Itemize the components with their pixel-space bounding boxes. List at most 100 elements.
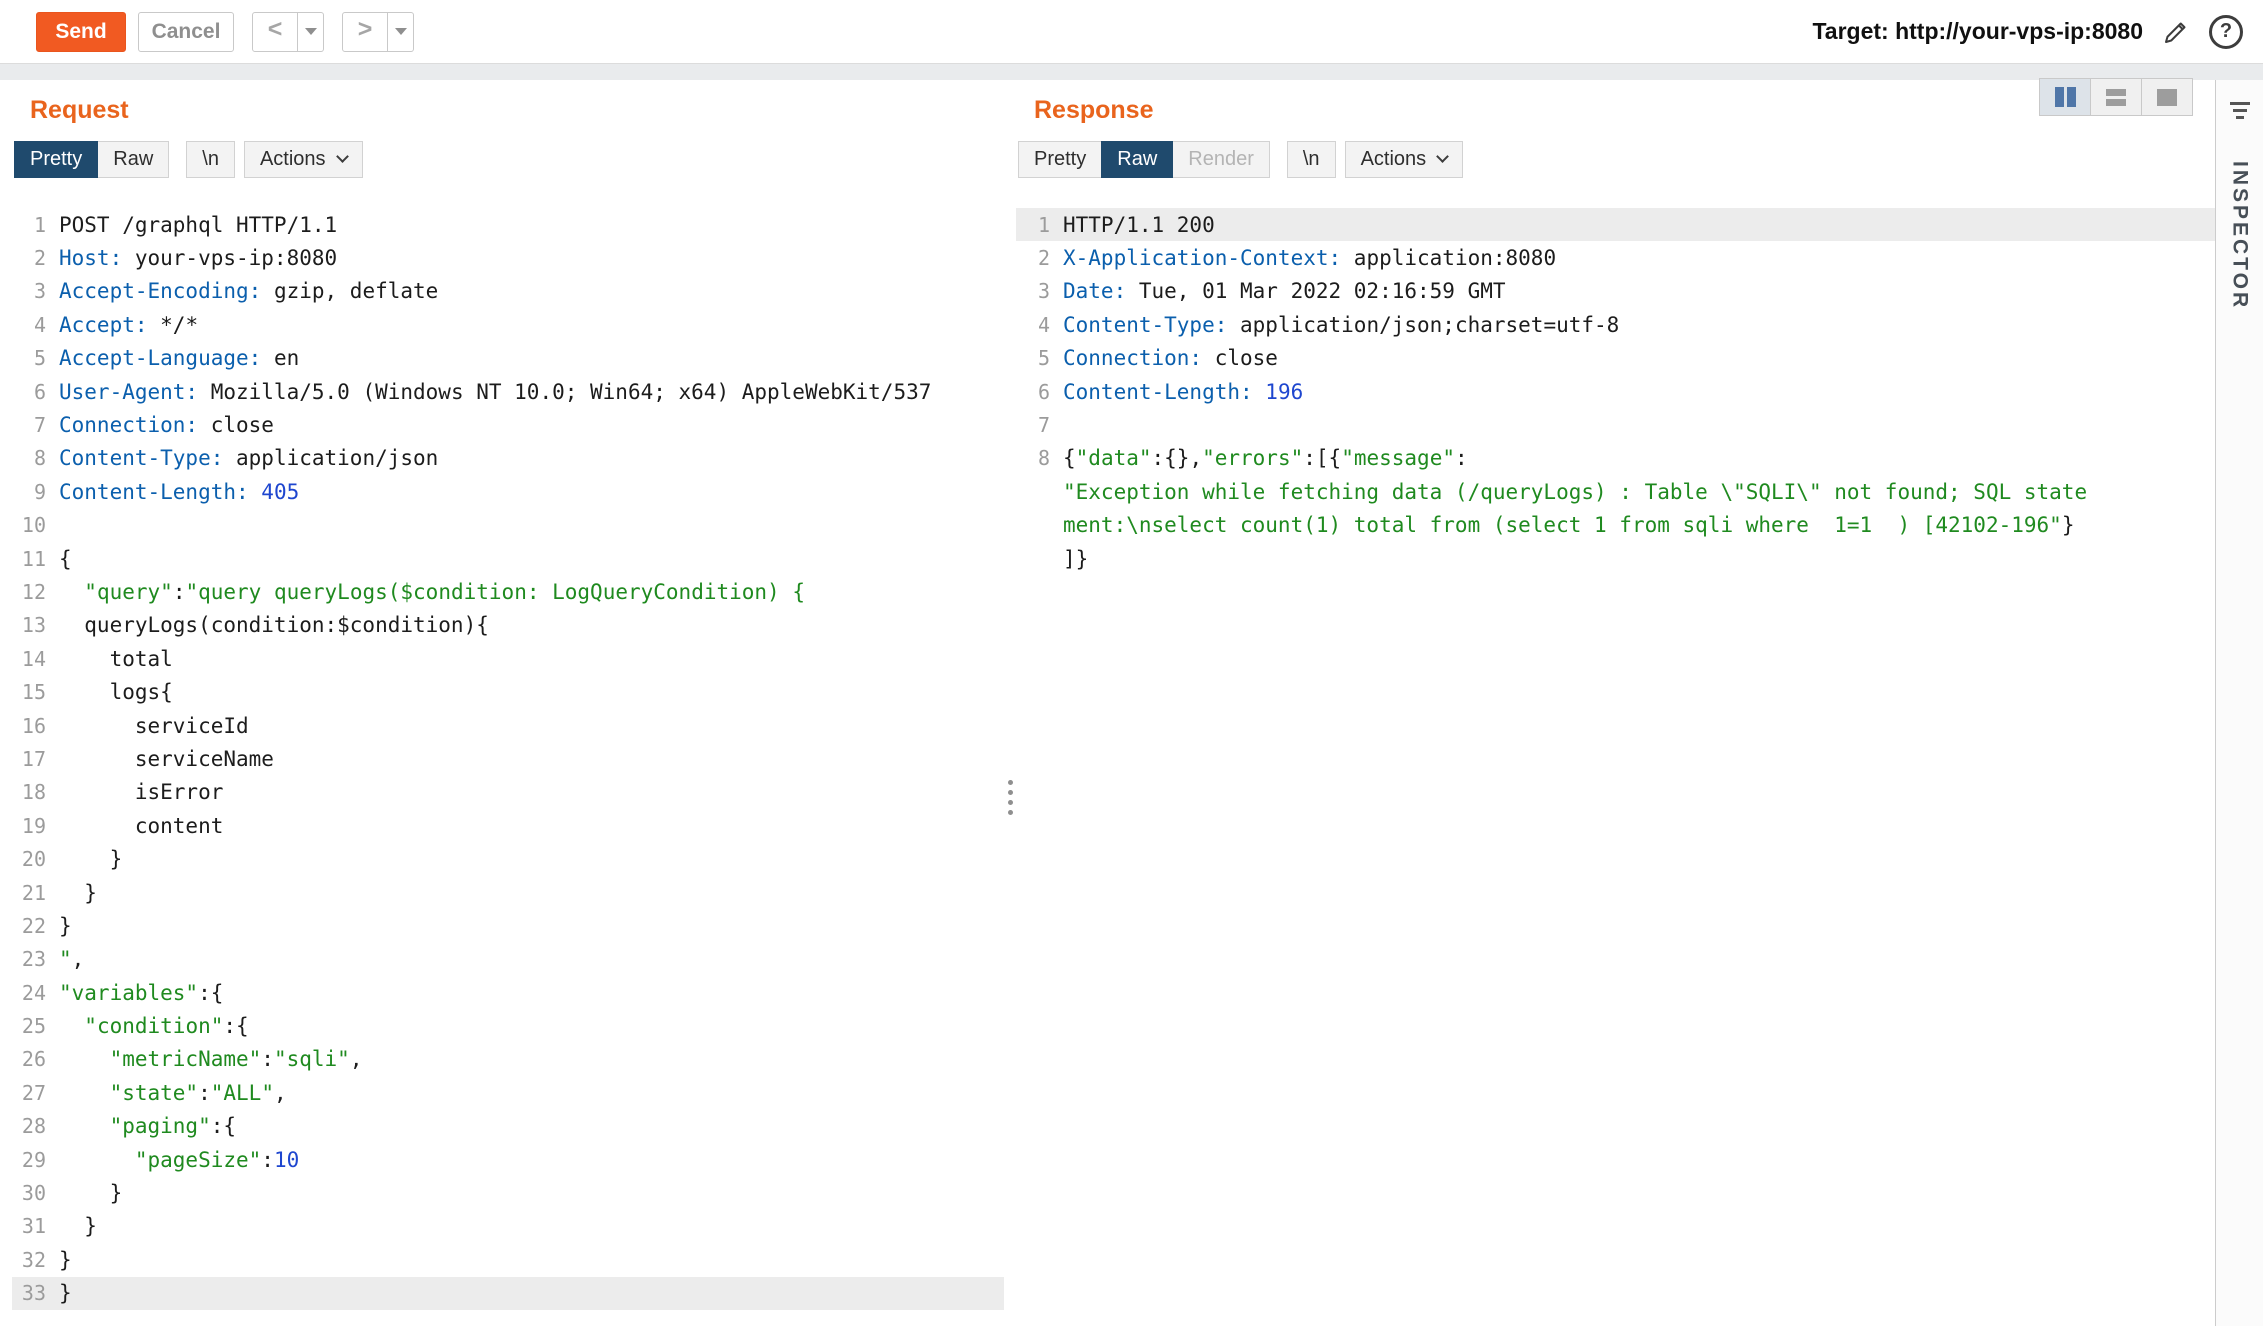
code-line[interactable]: 4Content-Type: application/json;charset=… bbox=[1016, 308, 2215, 341]
code-text: Date: Tue, 01 Mar 2022 02:16:59 GMT bbox=[1050, 279, 1506, 303]
code-text: } bbox=[46, 1248, 72, 1272]
code-line[interactable]: 16 serviceId bbox=[12, 709, 1004, 742]
code-line[interactable]: "Exception while fetching data (/queryLo… bbox=[1016, 475, 2215, 508]
code-line[interactable]: 1HTTP/1.1 200 bbox=[1016, 208, 2215, 241]
layout-columns-button[interactable] bbox=[2039, 78, 2091, 116]
layout-single-button[interactable] bbox=[2141, 78, 2193, 116]
code-line[interactable]: 28 "paging":{ bbox=[12, 1110, 1004, 1143]
code-line[interactable]: 6Content-Length: 196 bbox=[1016, 375, 2215, 408]
back-button[interactable]: < bbox=[252, 12, 298, 52]
code-line[interactable]: 2Host: your-vps-ip:8080 bbox=[12, 241, 1004, 274]
line-number: 22 bbox=[12, 914, 46, 938]
tab-pretty[interactable]: Pretty bbox=[14, 141, 98, 178]
tab-n[interactable]: \n bbox=[186, 141, 235, 178]
cancel-button[interactable]: Cancel bbox=[138, 12, 234, 52]
code-line[interactable]: 32} bbox=[12, 1243, 1004, 1276]
layout-switcher bbox=[2039, 78, 2193, 116]
code-line[interactable]: 5Accept-Language: en bbox=[12, 342, 1004, 375]
code-line[interactable]: 22} bbox=[12, 909, 1004, 942]
code-line[interactable]: 29 "pageSize":10 bbox=[12, 1143, 1004, 1176]
tab-group: Actions bbox=[1345, 141, 1464, 178]
line-number: 9 bbox=[12, 480, 46, 504]
code-text: HTTP/1.1 200 bbox=[1050, 213, 1215, 237]
chevron-down-icon bbox=[336, 150, 349, 163]
help-button[interactable]: ? bbox=[2209, 15, 2243, 49]
code-line[interactable]: 11{ bbox=[12, 542, 1004, 575]
inspector-toggle-icon[interactable] bbox=[2230, 102, 2250, 119]
inspector-sidebar[interactable]: INSPECTOR bbox=[2215, 80, 2263, 1326]
code-line[interactable]: 17 serviceName bbox=[12, 742, 1004, 775]
tab-raw[interactable]: Raw bbox=[1101, 141, 1173, 178]
code-line[interactable]: 9Content-Length: 405 bbox=[12, 475, 1004, 508]
code-line[interactable]: 8Content-Type: application/json bbox=[12, 442, 1004, 475]
request-editor[interactable]: 1POST /graphql HTTP/1.12Host: your-vps-i… bbox=[12, 178, 1004, 1326]
code-line[interactable]: 10 bbox=[12, 509, 1004, 542]
code-line[interactable]: 23", bbox=[12, 943, 1004, 976]
code-text: logs{ bbox=[46, 680, 173, 704]
code-line[interactable]: 7Connection: close bbox=[12, 408, 1004, 441]
forward-button[interactable]: > bbox=[342, 12, 388, 52]
code-line[interactable]: 8{"data":{},"errors":[{"message": bbox=[1016, 442, 2215, 475]
code-line[interactable]: 15 logs{ bbox=[12, 675, 1004, 708]
code-line[interactable]: 20 } bbox=[12, 842, 1004, 875]
code-line[interactable]: 31 } bbox=[12, 1210, 1004, 1243]
code-line[interactable]: 5Connection: close bbox=[1016, 342, 2215, 375]
code-line[interactable]: 25 "condition":{ bbox=[12, 1009, 1004, 1042]
forward-history-dropdown[interactable] bbox=[388, 12, 414, 52]
code-line[interactable]: ment:\nselect count(1) total from (selec… bbox=[1016, 509, 2215, 542]
code-text: serviceId bbox=[46, 714, 249, 738]
code-line[interactable]: 12 "query":"query queryLogs($condition: … bbox=[12, 575, 1004, 608]
tab-pretty[interactable]: Pretty bbox=[1018, 141, 1102, 178]
code-text: POST /graphql HTTP/1.1 bbox=[46, 213, 337, 237]
chevron-down-icon bbox=[1436, 150, 1449, 163]
back-history-dropdown[interactable] bbox=[298, 12, 324, 52]
edit-target-button[interactable] bbox=[2161, 17, 2191, 47]
code-line[interactable]: 19 content bbox=[12, 809, 1004, 842]
code-line[interactable]: 18 isError bbox=[12, 776, 1004, 809]
line-number: 5 bbox=[1016, 346, 1050, 370]
code-line[interactable]: 6User-Agent: Mozilla/5.0 (Windows NT 10.… bbox=[12, 375, 1004, 408]
code-line[interactable]: 3Date: Tue, 01 Mar 2022 02:16:59 GMT bbox=[1016, 275, 2215, 308]
tab-actions[interactable]: Actions bbox=[244, 141, 363, 178]
code-line[interactable]: 2X-Application-Context: application:8080 bbox=[1016, 241, 2215, 274]
tab-raw[interactable]: Raw bbox=[97, 141, 169, 178]
code-line[interactable]: 21 } bbox=[12, 876, 1004, 909]
code-text: Content-Length: 405 bbox=[46, 480, 299, 504]
tab-label: Pretty bbox=[1034, 148, 1086, 171]
single-pane-icon bbox=[2157, 89, 2177, 106]
code-line[interactable]: 33} bbox=[12, 1277, 1004, 1310]
code-line[interactable]: 13 queryLogs(condition:$condition){ bbox=[12, 609, 1004, 642]
send-button[interactable]: Send bbox=[36, 12, 126, 52]
code-line[interactable]: 3Accept-Encoding: gzip, deflate bbox=[12, 275, 1004, 308]
line-number: 15 bbox=[12, 680, 46, 704]
panel-splitter[interactable] bbox=[1004, 80, 1016, 1326]
code-line[interactable]: 7 bbox=[1016, 408, 2215, 441]
code-line[interactable]: 14 total bbox=[12, 642, 1004, 675]
code-line[interactable]: 24"variables":{ bbox=[12, 976, 1004, 1009]
layout-rows-button[interactable] bbox=[2090, 78, 2142, 116]
tab-render[interactable]: Render bbox=[1172, 141, 1270, 178]
request-header: Request bbox=[12, 80, 1004, 125]
tab-n[interactable]: \n bbox=[1287, 141, 1336, 178]
tab-group: PrettyRaw bbox=[14, 141, 169, 178]
back-button-group: < bbox=[252, 12, 324, 52]
tab-actions[interactable]: Actions bbox=[1345, 141, 1464, 178]
code-text: "metricName":"sqli", bbox=[46, 1047, 362, 1071]
code-line[interactable]: ]} bbox=[1016, 542, 2215, 575]
code-text: Connection: close bbox=[46, 413, 274, 437]
line-number: 12 bbox=[12, 580, 46, 604]
code-line[interactable]: 4Accept: */* bbox=[12, 308, 1004, 341]
line-number: 3 bbox=[12, 279, 46, 303]
tab-group: \n bbox=[186, 141, 235, 178]
code-text: } bbox=[46, 1281, 72, 1305]
response-editor[interactable]: 1HTTP/1.1 2002X-Application-Context: app… bbox=[1016, 178, 2215, 1326]
line-number: 10 bbox=[12, 513, 46, 537]
columns-icon bbox=[2055, 87, 2064, 107]
code-text: ", bbox=[46, 947, 84, 971]
code-line[interactable]: 27 "state":"ALL", bbox=[12, 1076, 1004, 1109]
code-line[interactable]: 30 } bbox=[12, 1176, 1004, 1209]
tab-label: \n bbox=[202, 148, 219, 171]
code-line[interactable]: 26 "metricName":"sqli", bbox=[12, 1043, 1004, 1076]
code-line[interactable]: 1POST /graphql HTTP/1.1 bbox=[12, 208, 1004, 241]
main-area: Request PrettyRaw\nActions 1POST /graphq… bbox=[0, 80, 2263, 1326]
